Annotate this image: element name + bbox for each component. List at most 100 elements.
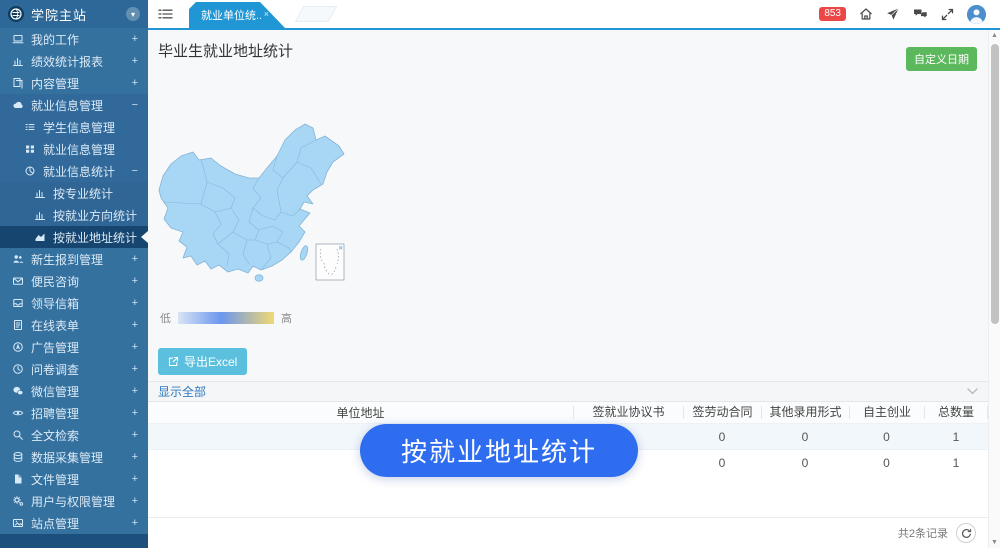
expand-plus-icon: + xyxy=(132,319,138,331)
scroll-up-icon[interactable]: ▲ xyxy=(991,32,998,39)
brand-bar: 学院主站 ▾ xyxy=(0,0,148,28)
legend-gradient-bar[interactable] xyxy=(178,312,274,324)
cell-value: 0 xyxy=(849,456,924,470)
file-icon xyxy=(10,473,25,485)
tab-label: 就业单位统.. xyxy=(201,7,262,23)
sidebar-item-users-permissions[interactable]: 用户与权限管理 + xyxy=(0,490,148,512)
south-china-sea-inset xyxy=(316,244,344,280)
sidebar-item-employment-info-management[interactable]: 就业信息管理 − xyxy=(0,94,148,116)
sidebar-item-freshman-registration[interactable]: 新生报到管理 + xyxy=(0,248,148,270)
sidebar-item-online-forms[interactable]: 在线表单 + xyxy=(0,314,148,336)
form-icon xyxy=(10,319,25,331)
sidebar-item-employment-statistics[interactable]: 就业信息统计 − xyxy=(0,160,148,182)
topbar-actions: 853 xyxy=(819,5,1000,24)
sidebar-item-label: 按就业方向统计 xyxy=(53,207,138,224)
sidebar-item-wechat-management[interactable]: 微信管理 + xyxy=(0,380,148,402)
sidebar-item-label: 就业信息管理 xyxy=(43,141,138,158)
search-icon xyxy=(10,429,25,441)
cloud-icon xyxy=(10,99,25,111)
sidebar-item-my-work[interactable]: 我的工作 + xyxy=(0,28,148,50)
gears-icon xyxy=(10,495,25,507)
sidebar-item-student-info-management[interactable]: 学生信息管理 xyxy=(0,116,148,138)
expand-icon[interactable] xyxy=(941,8,954,21)
sidebar-item-label: 微信管理 xyxy=(31,383,132,400)
top-header-bar: 就业单位统.. × 853 xyxy=(148,0,1000,30)
hainan-island xyxy=(255,275,263,281)
sidebar-item-stats-by-major[interactable]: 按专业统计 xyxy=(0,182,148,204)
cell-value: 0 xyxy=(849,430,924,444)
vertical-scrollbar[interactable]: ▲ ▼ xyxy=(988,30,1000,548)
sidebar-item-label: 在线表单 xyxy=(31,317,132,334)
sidebar-item-label: 内容管理 xyxy=(31,75,132,92)
tab-employment-unit-stats[interactable]: 就业单位统.. × xyxy=(189,2,285,28)
main-content: 毕业生就业地址统计 自定义日期 xyxy=(148,30,988,548)
sidebar-item-employment-info-management-sub[interactable]: 就业信息管理 xyxy=(0,138,148,160)
expand-plus-icon: + xyxy=(132,297,138,309)
sidebar-item-label: 就业信息管理 xyxy=(31,97,132,114)
sidebar-item-site-management[interactable]: 站点管理 + xyxy=(0,512,148,534)
export-label: 导出Excel xyxy=(184,353,237,370)
cell-value: 0 xyxy=(761,456,849,470)
sidebar-item-survey[interactable]: 问卷调查 + xyxy=(0,358,148,380)
ad-circle-icon xyxy=(10,341,25,353)
sidebar-item-leader-mailbox[interactable]: 领导信箱 + xyxy=(0,292,148,314)
sidebar-item-performance-reports[interactable]: 绩效统计报表 + xyxy=(0,50,148,72)
cell-value: 0 xyxy=(761,430,849,444)
expand-plus-icon: + xyxy=(132,407,138,419)
address-stats-overlay-pill: 按就业地址统计 xyxy=(360,424,638,477)
sidebar-item-label: 广告管理 xyxy=(31,339,132,356)
chevron-down-icon[interactable] xyxy=(967,388,978,395)
send-icon[interactable] xyxy=(886,7,900,21)
col-header-total[interactable]: 总数量 xyxy=(924,406,988,419)
sidebar-item-label: 就业信息统计 xyxy=(43,163,132,180)
cell-value: 1 xyxy=(924,430,988,444)
sidebar-item-citizen-consultation[interactable]: 便民咨询 + xyxy=(0,270,148,292)
sidebar-item-data-collection[interactable]: 数据采集管理 + xyxy=(0,446,148,468)
col-header-labor-contract[interactable]: 签劳动合同 xyxy=(683,406,761,419)
col-header-unit-address[interactable]: 单位地址 xyxy=(148,404,573,421)
refresh-button[interactable] xyxy=(956,523,976,543)
expand-plus-icon: + xyxy=(132,55,138,67)
sidebar-item-label: 学生信息管理 xyxy=(43,119,138,136)
collapse-minus-icon: − xyxy=(132,165,138,177)
sidebar-item-fulltext-search[interactable]: 全文检索 + xyxy=(0,424,148,446)
sidebar-footer-strip xyxy=(0,534,148,548)
expand-plus-icon: + xyxy=(132,495,138,507)
sidebar-item-file-management[interactable]: 文件管理 + xyxy=(0,468,148,490)
home-icon[interactable] xyxy=(859,7,873,21)
notification-badge[interactable]: 853 xyxy=(819,7,846,21)
sidebar-item-label: 我的工作 xyxy=(31,31,132,48)
user-avatar[interactable] xyxy=(967,5,986,24)
scrollbar-thumb[interactable] xyxy=(991,44,999,324)
export-excel-button[interactable]: 导出Excel xyxy=(158,348,247,375)
sidebar-item-ad-management[interactable]: 广告管理 + xyxy=(0,336,148,358)
sidebar-item-recruitment-management[interactable]: 招聘管理 + xyxy=(0,402,148,424)
sidebar-menu: 我的工作 + 绩效统计报表 + 内容管理 + 就业信息管理 − 学生信息管理 就… xyxy=(0,28,148,534)
expand-plus-icon: + xyxy=(132,253,138,265)
china-map[interactable] xyxy=(155,110,350,295)
cell-value: 1 xyxy=(924,456,988,470)
expand-plus-icon: + xyxy=(132,33,138,45)
sidebar-item-content-management[interactable]: 内容管理 + xyxy=(0,72,148,94)
show-all-link[interactable]: 显示全部 xyxy=(158,383,206,400)
clock-icon xyxy=(10,363,25,375)
sidebar-collapse-icon[interactable]: ▾ xyxy=(126,7,140,21)
chat-bubbles-icon xyxy=(10,385,25,397)
inbox-icon xyxy=(10,297,25,309)
col-header-other-hiring[interactable]: 其他录用形式 xyxy=(761,406,849,419)
custom-date-button[interactable]: 自定义日期 xyxy=(906,47,977,71)
sidebar-item-label: 数据采集管理 xyxy=(31,449,132,466)
sidebar-item-stats-by-address[interactable]: 按就业地址统计 xyxy=(0,226,148,248)
sidebar-item-label: 站点管理 xyxy=(31,515,132,532)
col-header-self-employed[interactable]: 自主创业 xyxy=(849,406,924,419)
comments-icon[interactable] xyxy=(913,8,928,21)
tab-close-icon[interactable]: × xyxy=(264,9,269,19)
legend-high-label: 高 xyxy=(281,310,292,326)
sidebar-item-label: 按专业统计 xyxy=(53,185,138,202)
export-icon xyxy=(168,356,179,367)
scroll-down-icon[interactable]: ▼ xyxy=(991,539,998,546)
sidebar-item-stats-by-direction[interactable]: 按就业方向统计 xyxy=(0,204,148,226)
records-count-label: 共2条记录 xyxy=(898,525,948,541)
col-header-agreement[interactable]: 签就业协议书 xyxy=(573,406,683,419)
sidebar-toggle-icon[interactable] xyxy=(158,8,173,20)
